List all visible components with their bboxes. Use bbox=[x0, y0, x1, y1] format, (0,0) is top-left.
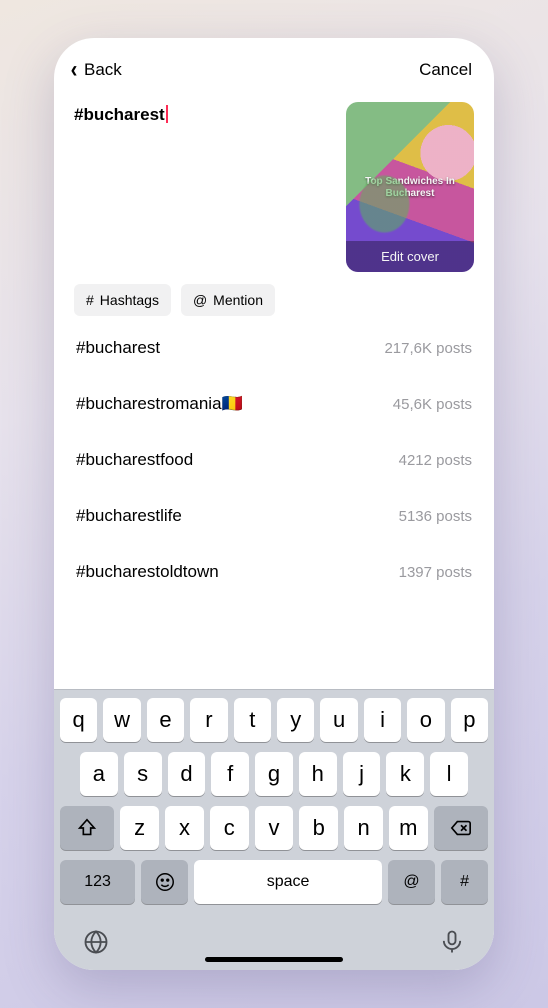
key-d[interactable]: d bbox=[168, 752, 206, 796]
chips-row: # Hashtags @ Mention bbox=[54, 272, 494, 316]
keyboard-row-3: z x c v b n m bbox=[60, 806, 488, 850]
keyboard-row-2: a s d f g h j k l bbox=[60, 752, 488, 796]
suggestion-tag: #bucharestfood bbox=[76, 450, 193, 470]
dictation-button[interactable] bbox=[438, 928, 466, 956]
key-space[interactable]: space bbox=[194, 860, 382, 904]
mention-chip[interactable]: @ Mention bbox=[181, 284, 275, 316]
text-caret bbox=[166, 105, 168, 123]
edit-cover-button[interactable]: Edit cover bbox=[346, 241, 474, 272]
key-b[interactable]: b bbox=[299, 806, 338, 850]
globe-button[interactable] bbox=[82, 928, 110, 956]
key-y[interactable]: y bbox=[277, 698, 314, 742]
key-backspace[interactable] bbox=[434, 806, 488, 850]
suggestion-item[interactable]: #bucharestoldtown 1397 posts bbox=[54, 544, 494, 600]
hashtag-suggestions-list: #bucharest 217,6K posts #bucharestromani… bbox=[54, 316, 494, 689]
key-q[interactable]: q bbox=[60, 698, 97, 742]
keyboard-row-1: q w e r t y u i o p bbox=[60, 698, 488, 742]
compose-row: #bucharest Top Sandwiches In Bucharest E… bbox=[54, 88, 494, 272]
back-label: Back bbox=[84, 60, 122, 80]
backspace-icon bbox=[450, 817, 472, 839]
mention-chip-label: Mention bbox=[213, 292, 263, 308]
shift-icon bbox=[76, 817, 98, 839]
suggestion-tag: #bucharestlife bbox=[76, 506, 182, 526]
key-u[interactable]: u bbox=[320, 698, 357, 742]
cover-overlay-title: Top Sandwiches In Bucharest bbox=[346, 176, 474, 200]
suggestion-count: 45,6K posts bbox=[393, 396, 472, 413]
home-indicator[interactable] bbox=[205, 957, 343, 962]
suggestion-tag: #bucharestoldtown bbox=[76, 562, 219, 582]
suggestion-count: 4212 posts bbox=[399, 452, 472, 469]
key-shift[interactable] bbox=[60, 806, 114, 850]
keyboard: q w e r t y u i o p a s d f g h j k l z bbox=[54, 689, 494, 970]
key-k[interactable]: k bbox=[386, 752, 424, 796]
key-x[interactable]: x bbox=[165, 806, 204, 850]
key-n[interactable]: n bbox=[344, 806, 383, 850]
key-i[interactable]: i bbox=[364, 698, 401, 742]
key-t[interactable]: t bbox=[234, 698, 271, 742]
keyboard-row-4: 123 space @ # bbox=[60, 860, 488, 904]
emoji-icon bbox=[154, 871, 176, 893]
suggestion-item[interactable]: #bucharestromania🇷🇴 45,6K posts bbox=[54, 376, 494, 432]
caption-input[interactable]: #bucharest bbox=[74, 102, 332, 272]
chevron-left-icon: ‹ bbox=[71, 58, 78, 82]
key-s[interactable]: s bbox=[124, 752, 162, 796]
key-g[interactable]: g bbox=[255, 752, 293, 796]
key-e[interactable]: e bbox=[147, 698, 184, 742]
caption-text: #bucharest bbox=[74, 102, 168, 125]
microphone-icon bbox=[438, 928, 466, 956]
back-button[interactable]: ‹ Back bbox=[70, 58, 122, 82]
key-w[interactable]: w bbox=[103, 698, 140, 742]
suggestion-count: 5136 posts bbox=[399, 508, 472, 525]
key-v[interactable]: v bbox=[255, 806, 294, 850]
suggestion-item[interactable]: #bucharest 217,6K posts bbox=[54, 320, 494, 376]
key-l[interactable]: l bbox=[430, 752, 468, 796]
nav-bar: ‹ Back Cancel bbox=[54, 38, 494, 88]
hash-icon: # bbox=[86, 292, 94, 308]
key-at[interactable]: @ bbox=[388, 860, 435, 904]
hashtags-chip-label: Hashtags bbox=[100, 292, 159, 308]
phone-frame: ‹ Back Cancel #bucharest Top Sandwiches … bbox=[54, 38, 494, 970]
key-a[interactable]: a bbox=[80, 752, 118, 796]
key-c[interactable]: c bbox=[210, 806, 249, 850]
suggestion-tag: #bucharestromania🇷🇴 bbox=[76, 394, 243, 414]
at-icon: @ bbox=[193, 292, 207, 308]
cancel-button[interactable]: Cancel bbox=[419, 60, 472, 80]
hashtags-chip[interactable]: # Hashtags bbox=[74, 284, 171, 316]
key-numbers[interactable]: 123 bbox=[60, 860, 135, 904]
suggestion-item[interactable]: #bucharestfood 4212 posts bbox=[54, 432, 494, 488]
caption-value: #bucharest bbox=[74, 105, 165, 125]
suggestion-tag: #bucharest bbox=[76, 338, 160, 358]
globe-icon bbox=[82, 928, 110, 956]
suggestion-count: 1397 posts bbox=[399, 564, 472, 581]
key-emoji[interactable] bbox=[141, 860, 188, 904]
suggestion-count: 217,6K posts bbox=[384, 340, 472, 357]
key-f[interactable]: f bbox=[211, 752, 249, 796]
key-r[interactable]: r bbox=[190, 698, 227, 742]
key-p[interactable]: p bbox=[451, 698, 488, 742]
key-m[interactable]: m bbox=[389, 806, 428, 850]
video-cover-thumbnail[interactable]: Top Sandwiches In Bucharest Edit cover bbox=[346, 102, 474, 272]
key-o[interactable]: o bbox=[407, 698, 444, 742]
key-j[interactable]: j bbox=[343, 752, 381, 796]
suggestion-item[interactable]: #bucharestlife 5136 posts bbox=[54, 488, 494, 544]
key-z[interactable]: z bbox=[120, 806, 159, 850]
key-h[interactable]: h bbox=[299, 752, 337, 796]
key-hash[interactable]: # bbox=[441, 860, 488, 904]
